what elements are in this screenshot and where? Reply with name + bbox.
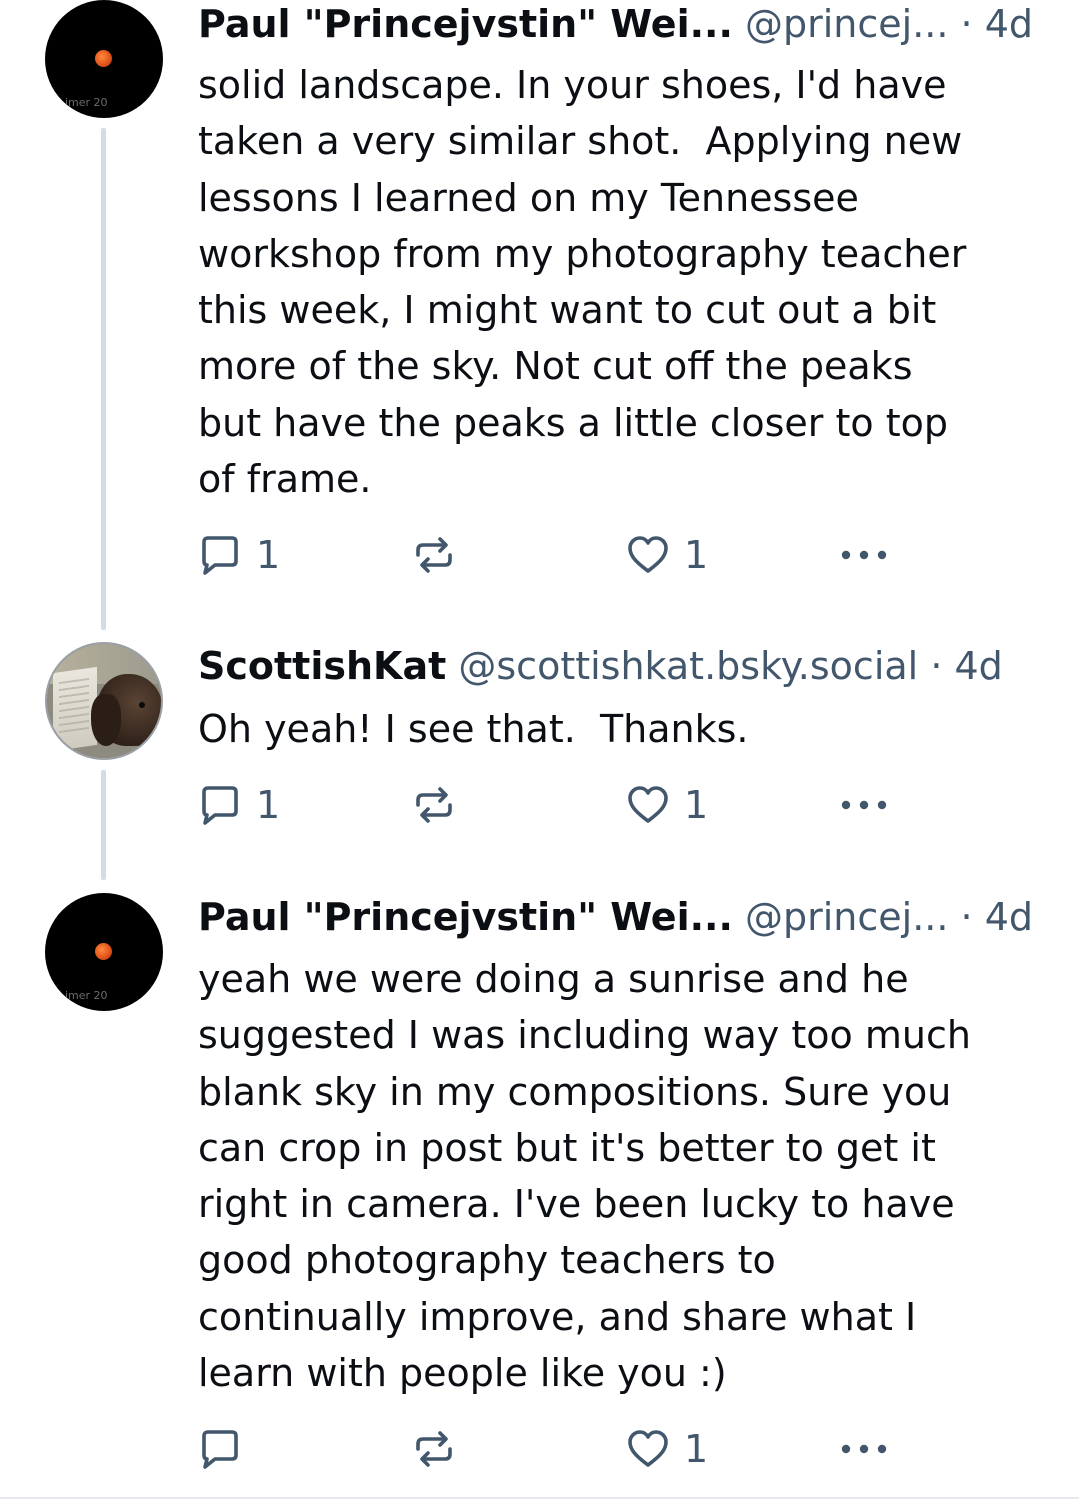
repost-button[interactable] [412, 533, 456, 577]
separator: · [930, 644, 943, 688]
post-text: solid landscape. In your shoes, I'd have… [198, 63, 967, 502]
repost-arrows-icon [416, 787, 452, 823]
sun-graphic [95, 50, 112, 67]
avatar-book-text [59, 677, 89, 739]
thread-line [101, 128, 106, 630]
reply-button[interactable]: 1 [198, 533, 280, 577]
speech-bubble-icon [202, 536, 238, 575]
reply-button[interactable] [198, 1427, 256, 1471]
author-handle[interactable]: @princej... [745, 2, 948, 46]
like-count: 1 [684, 1427, 709, 1471]
author-name[interactable]: Paul "Princejvstin" Wei... [198, 2, 733, 46]
heart-icon [628, 536, 668, 573]
more-options-button[interactable] [838, 1427, 890, 1471]
reply-count: 1 [256, 783, 281, 827]
timestamp[interactable]: 4d [985, 2, 1033, 46]
post-header: ScottishKat @scottishkat.bsky.social · 4… [198, 642, 1003, 690]
avatar-watermark: imer 20 [65, 96, 108, 109]
heart-icon [628, 1430, 668, 1467]
author-handle[interactable]: @princej... [745, 895, 948, 939]
speech-bubble-icon [202, 786, 238, 825]
repost-arrows-icon [416, 537, 452, 573]
repost-button[interactable] [412, 783, 456, 827]
more-options-button[interactable] [838, 783, 890, 827]
author-handle[interactable]: @scottishkat.bsky.social [458, 644, 918, 688]
author-name[interactable]: Paul "Princejvstin" Wei... [198, 895, 733, 939]
avatar-dog-eye [139, 702, 145, 708]
timestamp[interactable]: 4d [955, 644, 1003, 688]
post-actions: 1 [198, 1427, 918, 1471]
avatar-dog-ear [91, 694, 121, 746]
more-dots-icon [841, 550, 887, 560]
post-actions: 1 1 [198, 783, 918, 827]
avatar[interactable]: imer 20 [45, 893, 163, 1011]
repost-button[interactable] [412, 1427, 456, 1471]
speech-bubble-icon [202, 1430, 238, 1469]
like-button[interactable]: 1 [626, 1427, 708, 1471]
like-button[interactable]: 1 [626, 783, 708, 827]
timestamp[interactable]: 4d [985, 895, 1033, 939]
thread-line [101, 770, 106, 880]
like-count: 1 [684, 533, 709, 577]
post-text: Oh yeah! I see that. Thanks. [198, 707, 749, 751]
avatar[interactable]: imer 20 [45, 0, 163, 118]
repost-arrows-icon [416, 1431, 452, 1467]
heart-icon [628, 786, 668, 823]
separator: · [960, 2, 973, 46]
divider [0, 1497, 1079, 1499]
avatar[interactable] [45, 642, 163, 760]
avatar-watermark: imer 20 [65, 989, 108, 1002]
sun-graphic [95, 943, 112, 960]
post-actions: 1 1 [198, 533, 918, 577]
reply-button[interactable]: 1 [198, 783, 280, 827]
post-text: yeah we were doing a sunrise and he sugg… [198, 957, 971, 1396]
more-dots-icon [841, 800, 887, 810]
reply-count: 1 [256, 533, 281, 577]
post-header: Paul "Princejvstin" Wei... @princej... ·… [198, 893, 1033, 941]
like-count: 1 [684, 783, 709, 827]
separator: · [960, 895, 973, 939]
like-button[interactable]: 1 [626, 533, 708, 577]
more-options-button[interactable] [838, 533, 890, 577]
author-name[interactable]: ScottishKat [198, 644, 446, 688]
post-header: Paul "Princejvstin" Wei... @princej... ·… [198, 0, 1033, 48]
more-dots-icon [841, 1444, 887, 1454]
